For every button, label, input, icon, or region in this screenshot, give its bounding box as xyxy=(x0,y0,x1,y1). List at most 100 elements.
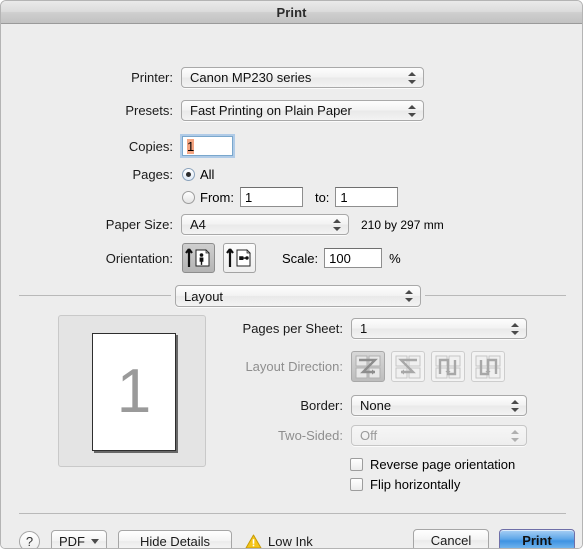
scale-label: Scale: xyxy=(282,250,319,266)
scale-value: 100 xyxy=(329,250,351,266)
reverse-page-orientation-checkbox[interactable] xyxy=(350,458,363,471)
updown-arrows-icon xyxy=(511,399,520,413)
pages-from-label: From: xyxy=(200,189,234,205)
border-row: Border: None xyxy=(1,395,527,416)
pages-all-radio[interactable] xyxy=(182,168,195,181)
cancel-label: Cancel xyxy=(430,532,472,548)
footer-left-group: ? PDF Hide Details Low Ink xyxy=(19,530,313,549)
footer-separator xyxy=(19,513,566,514)
chevron-down-icon xyxy=(91,538,99,544)
layout-direction-button-4[interactable] xyxy=(471,351,505,382)
two-sided-select[interactable]: Off xyxy=(351,425,527,446)
print-label: Print xyxy=(522,532,552,548)
window-title: Print xyxy=(276,4,307,20)
pdf-button[interactable]: PDF xyxy=(51,530,107,549)
print-dialog: Print Printer: Canon MP230 series Preset… xyxy=(0,0,583,549)
flip-horizontally-checkbox[interactable] xyxy=(350,478,363,491)
layout-vertical-rl-icon xyxy=(475,355,501,378)
layout-direction-label: Layout Direction: xyxy=(245,359,343,374)
footer-right-group: Cancel Print xyxy=(413,529,575,548)
pages-from-radio-group[interactable]: From: xyxy=(182,190,234,205)
orientation-label: Orientation: xyxy=(105,250,173,266)
portrait-icon xyxy=(185,248,210,267)
layout-direction-button-3[interactable] xyxy=(431,351,465,382)
help-icon: ? xyxy=(25,533,34,549)
copies-input[interactable]: 1 xyxy=(182,136,233,156)
layout-direction-row: Layout Direction: xyxy=(1,351,505,382)
orientation-landscape-button[interactable] xyxy=(223,243,256,273)
orientation-portrait-button[interactable] xyxy=(182,243,215,273)
border-value: None xyxy=(360,398,392,413)
updown-arrows-icon xyxy=(511,322,520,336)
hide-details-button[interactable]: Hide Details xyxy=(118,530,232,549)
presets-label: Presets: xyxy=(125,103,173,118)
copies-label: Copies: xyxy=(128,138,173,154)
copies-value: 1 xyxy=(187,138,195,154)
border-label: Border: xyxy=(300,398,343,413)
pages-label: Pages: xyxy=(132,167,173,182)
pages-to-value: 1 xyxy=(340,189,348,205)
pages-all-row: Pages: All xyxy=(1,167,215,182)
pages-from-input[interactable]: 1 xyxy=(239,187,303,207)
layout-vertical-lr-icon xyxy=(435,355,461,378)
printer-select[interactable]: Canon MP230 series xyxy=(181,67,424,88)
pages-per-sheet-select[interactable]: 1 xyxy=(351,318,527,339)
updown-arrows-icon xyxy=(408,104,417,118)
pages-to-label: to: xyxy=(314,189,330,205)
paper-size-row: Paper Size: A4 210 by 297 mm xyxy=(1,214,444,235)
print-button[interactable]: Print xyxy=(499,529,575,548)
scale-input[interactable]: 100 xyxy=(324,248,383,268)
reverse-page-orientation-row[interactable]: Reverse page orientation xyxy=(350,457,515,472)
pages-per-sheet-value: 1 xyxy=(360,321,368,336)
warning-triangle-icon xyxy=(245,534,262,548)
reverse-page-orientation-label: Reverse page orientation xyxy=(370,457,516,472)
title-bar: Print xyxy=(1,1,582,24)
printer-value: Canon MP230 series xyxy=(190,70,312,85)
presets-value: Fast Printing on Plain Paper xyxy=(190,103,352,118)
pdf-label: PDF xyxy=(59,533,85,549)
pages-all-label: All xyxy=(200,167,215,182)
layout-direction-button-1[interactable] xyxy=(351,351,385,382)
updown-arrows-icon xyxy=(405,289,414,303)
pages-from-radio[interactable] xyxy=(182,190,195,204)
presets-select[interactable]: Fast Printing on Plain Paper xyxy=(181,100,424,121)
flip-horizontally-label: Flip horizontally xyxy=(370,477,461,492)
layout-zigzag-lr-icon xyxy=(355,355,381,378)
copies-row: Copies: 1 xyxy=(1,136,233,156)
printer-label: Printer: xyxy=(131,70,173,85)
presets-row: Presets: Fast Printing on Plain Paper xyxy=(1,100,426,121)
paper-size-value: A4 xyxy=(190,217,206,232)
updown-arrows-icon xyxy=(408,71,417,85)
printer-row: Printer: Canon MP230 series xyxy=(1,67,426,88)
pages-all-radio-group[interactable]: All xyxy=(182,167,214,182)
separator-left xyxy=(19,295,171,296)
landscape-icon xyxy=(226,248,251,267)
pages-from-value: 1 xyxy=(244,189,253,205)
cancel-button[interactable]: Cancel xyxy=(413,529,489,548)
border-select[interactable]: None xyxy=(351,395,527,416)
separator-right xyxy=(425,295,566,296)
scale-unit: % xyxy=(389,250,401,266)
pages-to-input[interactable]: 1 xyxy=(335,187,399,207)
two-sided-value: Off xyxy=(360,428,378,443)
hide-details-label: Hide Details xyxy=(139,533,211,549)
layout-zigzag-rl-icon xyxy=(395,355,421,378)
pane-select[interactable]: Layout xyxy=(175,285,421,307)
flip-horizontally-row[interactable]: Flip horizontally xyxy=(350,477,460,492)
pane-selected-value: Layout xyxy=(184,288,224,304)
two-sided-label: Two-Sided: xyxy=(277,428,343,443)
pages-per-sheet-label: Pages per Sheet: xyxy=(242,321,343,336)
help-button[interactable]: ? xyxy=(19,530,40,549)
pages-per-sheet-row: Pages per Sheet: 1 xyxy=(1,318,527,339)
paper-dimensions-text: 210 by 297 mm xyxy=(361,217,444,232)
updown-arrows-icon xyxy=(333,218,342,232)
paper-size-label: Paper Size: xyxy=(105,217,173,232)
two-sided-row: Two-Sided: Off xyxy=(1,425,527,446)
pages-range-row: From: 1 to: 1 xyxy=(1,187,399,207)
updown-arrows-icon xyxy=(511,429,520,443)
dialog-body: Printer: Canon MP230 series Presets: Fas… xyxy=(1,24,582,549)
orientation-row: Orientation: Scale: 100 % xyxy=(1,243,401,273)
layout-direction-button-2[interactable] xyxy=(391,351,425,382)
paper-size-select[interactable]: A4 xyxy=(181,214,349,235)
status-label: Low Ink xyxy=(268,533,313,549)
